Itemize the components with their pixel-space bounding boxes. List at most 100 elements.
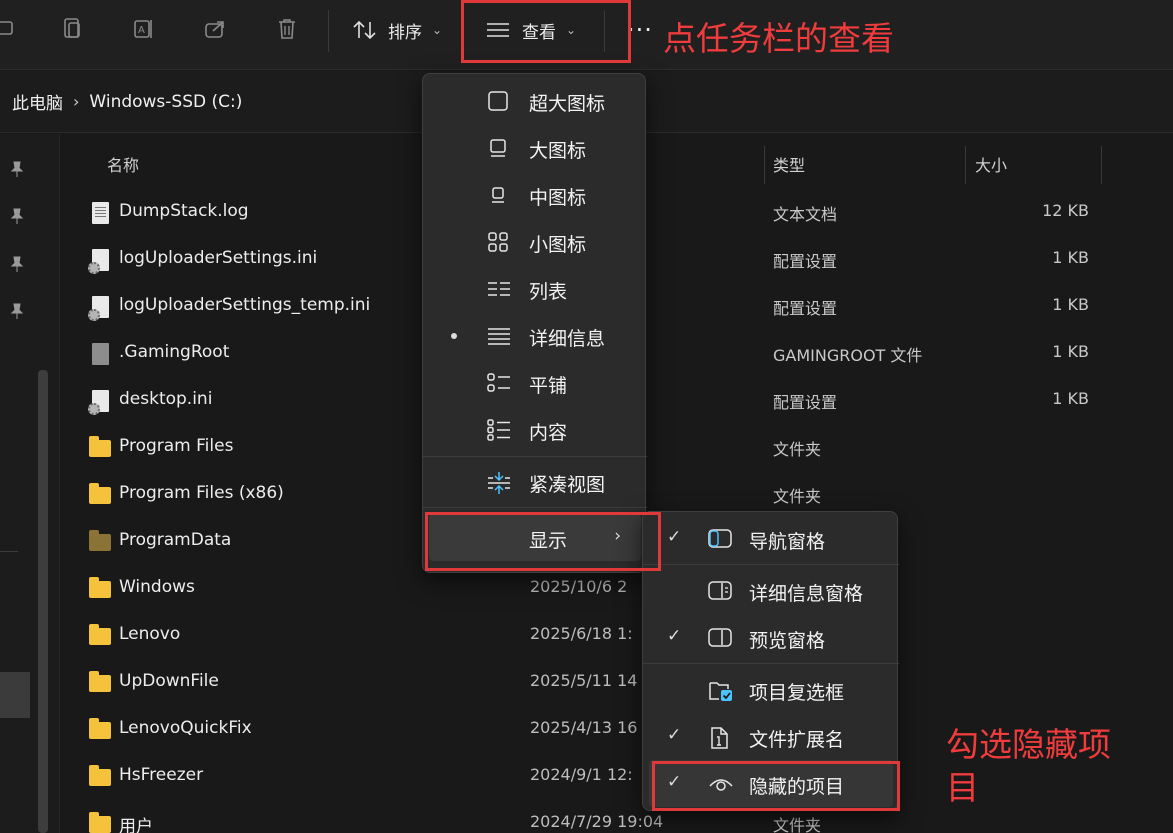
menu-item-label: 列表	[529, 281, 568, 303]
folder-icon	[89, 624, 111, 647]
submenu-item-label: 项目复选框	[749, 682, 845, 704]
view-dropdown-menu: 超大图标 大图标 中图标 小图标 列表 详细信息 平铺 内容 紧凑视图 显示 ›	[422, 73, 647, 573]
submenu-item-preview-pane[interactable]: ✓ 预览窗格	[643, 614, 899, 661]
folder-icon	[89, 718, 111, 741]
file-name: Program Files	[119, 436, 234, 456]
file-shape	[92, 202, 109, 224]
config-file-icon	[88, 390, 111, 415]
submenu-item-file-extensions[interactable]: ✓ 文件扩展名	[643, 713, 899, 760]
copy-icon[interactable]	[57, 14, 87, 44]
file-type: 文件夹	[773, 487, 822, 506]
item-checkbox-icon	[708, 679, 732, 701]
details-pane-icon	[708, 580, 732, 602]
file-type: 配置设置	[773, 299, 838, 318]
table-row[interactable]: Lenovo 2025/6/18 1:	[62, 613, 1173, 660]
file-name: LenovoQuickFix	[119, 718, 252, 738]
folder-shape	[89, 624, 111, 645]
file-date: 2024/7/29 19:04	[530, 812, 664, 831]
file-lines	[95, 207, 106, 219]
file-name: 用户	[119, 817, 153, 833]
text-file-icon	[89, 202, 111, 224]
sort-label: 排序	[388, 22, 422, 43]
menu-item-small-icons[interactable]: 小图标	[423, 218, 647, 265]
menu-item-label: 紧凑视图	[529, 474, 606, 496]
sort-button[interactable]: 排序 ⌄	[352, 8, 442, 52]
gear-icon	[88, 309, 100, 321]
pin-icon[interactable]	[8, 160, 26, 178]
menu-item-label: 中图标	[529, 187, 587, 209]
submenu-item-label: 导航窗格	[749, 531, 826, 553]
selected-dot-icon	[451, 333, 457, 339]
column-divider	[764, 146, 765, 184]
pin-icon[interactable]	[8, 207, 26, 225]
pin-icon[interactable]	[8, 255, 26, 273]
file-type: 配置设置	[773, 252, 838, 271]
column-header-type[interactable]: 类型	[773, 144, 805, 184]
breadcrumb-drive[interactable]: Windows-SSD (C:)	[89, 92, 242, 112]
folder-shape	[89, 577, 111, 598]
file-date: 2025/5/11 14	[530, 671, 638, 690]
file-name: logUploaderSettings_temp.ini	[119, 295, 371, 315]
file-name: ProgramData	[119, 530, 232, 550]
pin-icon[interactable]	[8, 302, 26, 320]
delete-icon[interactable]	[272, 14, 302, 44]
menu-item-list[interactable]: 列表	[423, 265, 647, 312]
column-divider	[1101, 146, 1102, 184]
chevron-down-icon: ⌄	[432, 23, 443, 37]
folder-icon	[89, 436, 111, 459]
file-date: 2025/6/18 1:	[530, 624, 633, 643]
annotation-box-view-button	[461, 0, 631, 63]
submenu-item-details-pane[interactable]: 详细信息窗格	[643, 567, 899, 614]
rename-icon[interactable]: A	[129, 14, 159, 44]
menu-divider	[643, 564, 899, 565]
menu-item-tiles[interactable]: 平铺	[423, 359, 647, 406]
breadcrumb-this-pc[interactable]: 此电脑	[12, 89, 63, 114]
submenu-item-item-checkboxes[interactable]: 项目复选框	[643, 666, 899, 713]
file-name: .GamingRoot	[119, 342, 230, 362]
file-size: 1 KB	[1052, 389, 1089, 408]
menu-item-label: 详细信息	[529, 328, 606, 350]
menu-item-medium-icons[interactable]: 中图标	[423, 171, 647, 218]
annotation-note-bottom-line1: 勾选隐藏项	[946, 725, 1111, 764]
config-file-icon	[88, 296, 111, 321]
menu-item-details[interactable]: 详细信息	[423, 312, 647, 359]
file-size: 1 KB	[1052, 342, 1089, 361]
share-icon[interactable]	[200, 14, 230, 44]
file-date: 2024/9/1 12:	[530, 765, 633, 784]
file-name: Program Files (x86)	[119, 483, 284, 503]
file-type: 文件夹	[773, 440, 822, 459]
annotation-note-top: 点任务栏的查看	[663, 19, 894, 58]
column-header-name[interactable]: 名称	[107, 144, 139, 184]
file-type: 文本文档	[773, 205, 838, 224]
checkmark-icon: ✓	[667, 725, 682, 745]
table-row[interactable]: UpDownFile 2025/5/11 14	[62, 660, 1173, 707]
file-name: Lenovo	[119, 624, 181, 644]
file-shape	[88, 390, 109, 415]
menu-item-label: 内容	[529, 422, 568, 444]
file-type: GAMINGROOT 文件	[773, 346, 923, 365]
file-size: 12 KB	[1042, 201, 1089, 220]
menu-item-label: 平铺	[529, 375, 568, 397]
menu-divider	[643, 663, 899, 664]
submenu-item-navigation-pane[interactable]: ✓ 导航窗格	[643, 515, 899, 562]
table-row[interactable]: Windows 2025/10/6 2	[62, 566, 1173, 613]
navigation-pane-icon	[708, 528, 732, 550]
cut-icon[interactable]	[0, 14, 22, 44]
folder-icon	[89, 812, 111, 833]
menu-item-content[interactable]: 内容	[423, 406, 647, 453]
sidebar-selected-item[interactable]	[0, 672, 30, 718]
toolbar-divider	[328, 10, 329, 52]
file-name: desktop.ini	[119, 389, 213, 409]
annotation-note-bottom: 勾选隐藏项 目	[946, 724, 1111, 810]
menu-item-large-icons[interactable]: 大图标	[423, 124, 647, 171]
annotation-note-bottom-line2: 目	[946, 767, 979, 807]
menu-item-extra-large-icons[interactable]: 超大图标	[423, 77, 647, 124]
annotation-box-hidden-items	[652, 761, 900, 811]
file-date: 2025/4/13 16	[530, 718, 638, 737]
sidebar-scrollbar[interactable]	[38, 370, 48, 833]
menu-item-compact-view[interactable]: 紧凑视图	[423, 458, 647, 505]
menu-item-label: 大图标	[529, 140, 587, 162]
menu-item-label: 超大图标	[529, 93, 606, 115]
file-size: 1 KB	[1052, 295, 1089, 314]
column-header-size[interactable]: 大小	[975, 144, 1007, 184]
